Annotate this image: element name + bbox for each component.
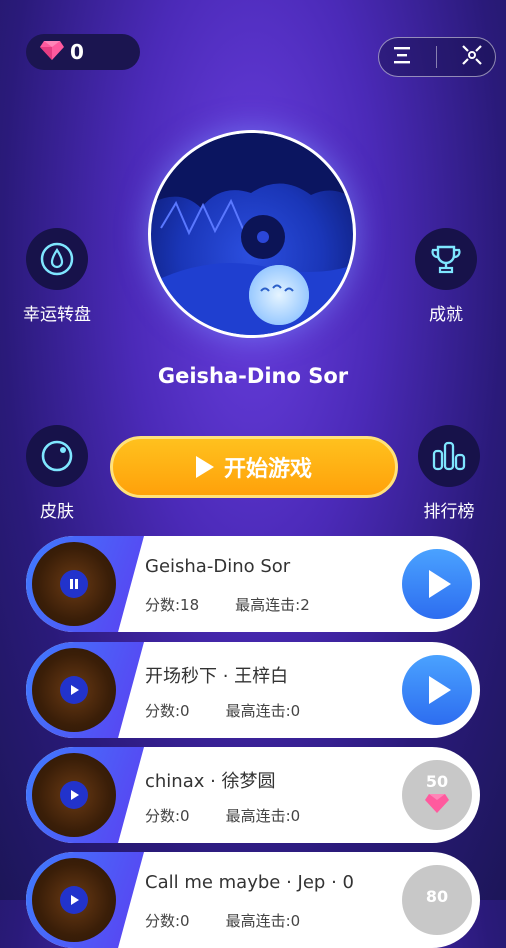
play-icon [429, 570, 451, 598]
start-game-button[interactable]: 开始游戏 [110, 436, 398, 498]
gem-balance[interactable]: 0 [26, 34, 140, 70]
menu-icon[interactable] [391, 46, 413, 68]
vinyl-record [32, 753, 116, 837]
play-song-button[interactable] [402, 549, 472, 619]
play-song-button[interactable] [402, 655, 472, 725]
mini-program-capsule [378, 37, 496, 77]
achievements-label: 成就 [429, 305, 463, 325]
unlock-price: 50 [425, 772, 449, 791]
diamond-icon [425, 794, 449, 813]
song-stats: 分数:0 最高连击:0 [145, 805, 336, 826]
play-icon [195, 456, 214, 478]
leaderboard-button[interactable]: 排行榜 [404, 425, 494, 522]
song-name: Geisha-Dino Sor [145, 556, 291, 577]
skins-button[interactable]: 皮肤 [12, 425, 102, 522]
song-stats: 分数:0 最高连击:0 [145, 910, 336, 931]
song-card[interactable]: chinax · 徐梦圆 分数:0 最高连击:0 50 [26, 747, 480, 843]
droplet-icon [40, 242, 74, 276]
vinyl-record [32, 858, 116, 942]
lucky-wheel-button[interactable]: 幸运转盘 [12, 228, 102, 325]
divider [435, 46, 437, 68]
song-name: chinax · 徐梦圆 [145, 771, 276, 792]
close-target-icon[interactable] [460, 43, 484, 71]
diamond-icon [40, 40, 64, 64]
unlock-price: 80 [425, 887, 449, 906]
song-stats: 分数:0 最高连击:0 [145, 700, 336, 721]
leaderboard-label: 排行榜 [423, 502, 475, 522]
song-name: Call me maybe · Jep · 0 [145, 872, 354, 893]
max-combo: 最高连击:0 [225, 702, 301, 720]
max-combo: 最高连击:0 [225, 912, 301, 930]
play-small-icon[interactable] [60, 781, 88, 809]
achievements-button[interactable]: 成就 [401, 228, 491, 325]
album-artwork [151, 133, 353, 335]
vinyl-record [32, 542, 116, 626]
song-stats: 分数:18 最高连击:2 [145, 594, 346, 615]
start-game-label: 开始游戏 [223, 457, 312, 482]
score: 分数:0 [145, 912, 190, 930]
score: 分数:0 [145, 702, 190, 720]
play-icon [429, 676, 451, 704]
song-card[interactable]: 开场秒下 · 王梓白 分数:0 最高连击:0 [26, 642, 480, 738]
unlock-song-button[interactable]: 80 [402, 865, 472, 935]
vinyl-record [32, 648, 116, 732]
now-playing-title: Geisha-Dino Sor [157, 364, 349, 388]
lucky-wheel-label: 幸运转盘 [23, 305, 91, 325]
unlock-song-button[interactable]: 50 [402, 760, 472, 830]
pause-icon[interactable] [60, 570, 88, 598]
song-name: 开场秒下 · 王梓白 [145, 666, 289, 687]
song-card[interactable]: Call me maybe · Jep · 0 分数:0 最高连击:0 80 [26, 852, 480, 948]
max-combo: 最高连击:0 [225, 807, 301, 825]
play-small-icon[interactable] [60, 886, 88, 914]
gem-count: 0 [70, 40, 84, 64]
score: 分数:18 [145, 596, 200, 614]
skins-label: 皮肤 [40, 502, 74, 522]
trophy-icon [431, 245, 461, 274]
play-small-icon[interactable] [60, 676, 88, 704]
album-art-disc [148, 130, 356, 338]
max-combo: 最高连击:2 [235, 596, 310, 614]
bar-chart-icon [432, 441, 466, 471]
song-card[interactable]: Geisha-Dino Sor 分数:18 最高连击:2 [26, 536, 480, 632]
ball-icon [41, 440, 73, 472]
score: 分数:0 [145, 807, 190, 825]
